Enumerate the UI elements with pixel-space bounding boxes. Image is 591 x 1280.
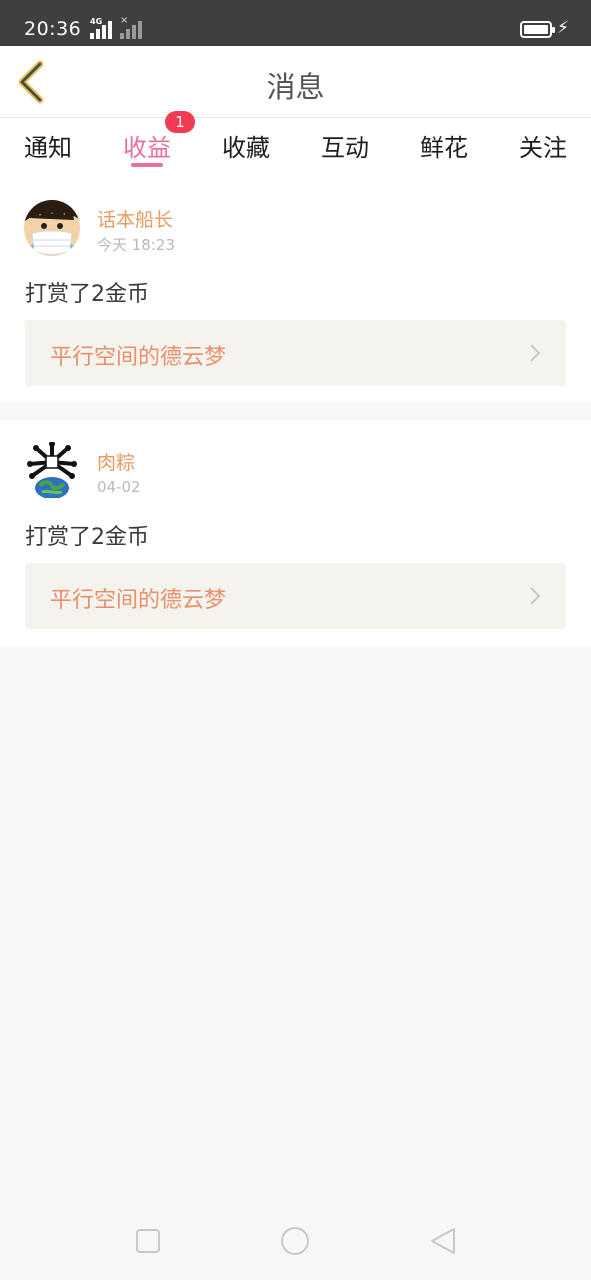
- tab-bar: 通知 收益 收藏 互动 鲜花 关注: [0, 118, 591, 180]
- home-circle-icon[interactable]: [280, 1226, 310, 1256]
- tab-active-indicator: [131, 163, 163, 167]
- chevron-right-icon: [530, 587, 541, 605]
- battery-icon: [520, 21, 555, 38]
- message-card: 话本船长 今天 18:23 打赏了2金币 平行空间的德云梦: [0, 180, 591, 402]
- chevron-right-icon: [530, 344, 541, 362]
- back-triangle-icon[interactable]: [429, 1226, 457, 1256]
- signal-4g-icon: 4G: [90, 17, 120, 39]
- username[interactable]: 肉粽: [97, 448, 135, 475]
- book-link[interactable]: 平行空间的德云梦: [25, 563, 566, 629]
- book-link[interactable]: 平行空间的德云梦: [25, 320, 566, 386]
- page-title: 消息: [266, 70, 325, 104]
- timestamp: 04-02: [97, 478, 141, 496]
- status-bar: 20:36 4G × ⚡: [0, 0, 591, 46]
- message-card: 肉粽 04-02 打赏了2金币 平行空间的德云梦: [0, 420, 591, 646]
- timestamp: 今天 18:23: [97, 236, 175, 254]
- tab-interaction[interactable]: 互动: [305, 128, 385, 163]
- avatar[interactable]: [24, 200, 80, 256]
- header: 消息: [0, 46, 591, 118]
- system-nav-bar: [0, 1200, 591, 1280]
- message-text: 打赏了2金币: [25, 525, 149, 550]
- tab-earnings[interactable]: 收益: [107, 128, 187, 163]
- username[interactable]: 话本船长: [97, 205, 173, 232]
- recents-square-icon[interactable]: [135, 1228, 161, 1254]
- message-text: 打赏了2金币: [25, 282, 149, 307]
- bolt-icon: ⚡: [557, 18, 569, 38]
- tab-badge: 1: [165, 111, 195, 133]
- tab-favorites[interactable]: 收藏: [206, 128, 286, 163]
- tab-flowers[interactable]: 鲜花: [404, 128, 484, 163]
- status-time: 20:36: [24, 18, 82, 40]
- avatar[interactable]: [24, 442, 80, 498]
- signal-secondary-icon: ×: [120, 15, 150, 39]
- book-title: 平行空间的德云梦: [50, 345, 227, 370]
- tab-follow[interactable]: 关注: [503, 128, 583, 163]
- book-title: 平行空间的德云梦: [50, 588, 227, 613]
- tab-notice[interactable]: 通知: [8, 128, 88, 163]
